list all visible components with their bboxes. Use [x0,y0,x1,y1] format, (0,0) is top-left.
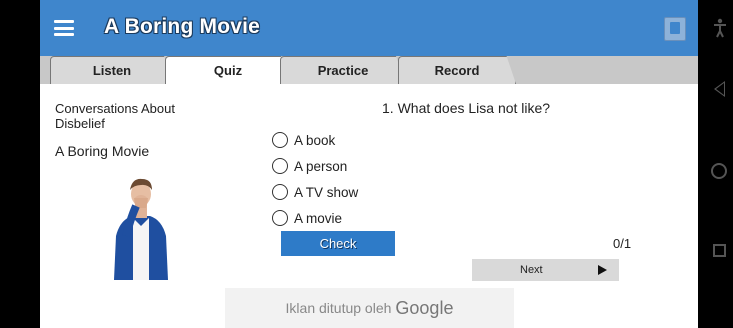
app-title: A Boring Movie [104,15,261,38]
next-label: Next [520,264,543,276]
quiz-question: 1. What does Lisa not like? [382,100,551,116]
tab-record[interactable]: Record [398,56,516,84]
option-a-book[interactable]: A book [272,131,335,149]
option-label: A book [294,132,336,148]
tab-listen[interactable]: Listen [50,56,174,84]
radio-button[interactable] [272,132,288,148]
option-a-movie[interactable]: A movie [272,209,342,227]
tab-label: Record [434,62,480,78]
tab-practice[interactable]: Practice [280,56,406,84]
lesson-name: A Boring Movie [55,143,150,159]
app-screen: A Boring Movie Listen Quiz Practice Reco… [40,0,698,328]
book-icon[interactable] [664,17,686,41]
next-button[interactable]: Next [472,259,619,281]
app-bar: A Boring Movie [40,0,698,56]
option-a-tv-show[interactable]: A TV show [272,183,358,201]
score-counter: 0/1 [613,236,632,251]
ad-closed-banner: Iklan ditutup oleh Google [225,288,514,328]
radio-button[interactable] [272,158,288,174]
tab-bar: Listen Quiz Practice Record [40,56,698,84]
play-arrow-icon [598,265,607,275]
google-wordmark: Google [395,297,454,318]
option-a-person[interactable]: A person [272,157,347,175]
option-label: A movie [294,210,343,226]
tab-label: Quiz [213,62,243,78]
radio-button[interactable] [272,184,288,200]
back-icon[interactable] [714,81,725,97]
hamburger-menu-icon[interactable] [54,20,74,36]
tab-quiz[interactable]: Quiz [165,56,291,84]
tab-label: Practice [317,62,369,78]
option-label: A TV show [294,184,359,200]
accessibility-icon[interactable] [713,18,727,38]
option-label: A person [294,158,348,174]
home-icon[interactable] [711,163,727,179]
tab-label: Listen [92,62,132,78]
ad-text: Iklan ditutup oleh [285,300,392,316]
radio-button[interactable] [272,210,288,226]
check-button[interactable]: Check [281,231,395,256]
lesson-category: Conversations About Disbelief [55,101,175,131]
bored-man-illustration [114,178,168,280]
recent-apps-icon[interactable] [713,244,726,257]
